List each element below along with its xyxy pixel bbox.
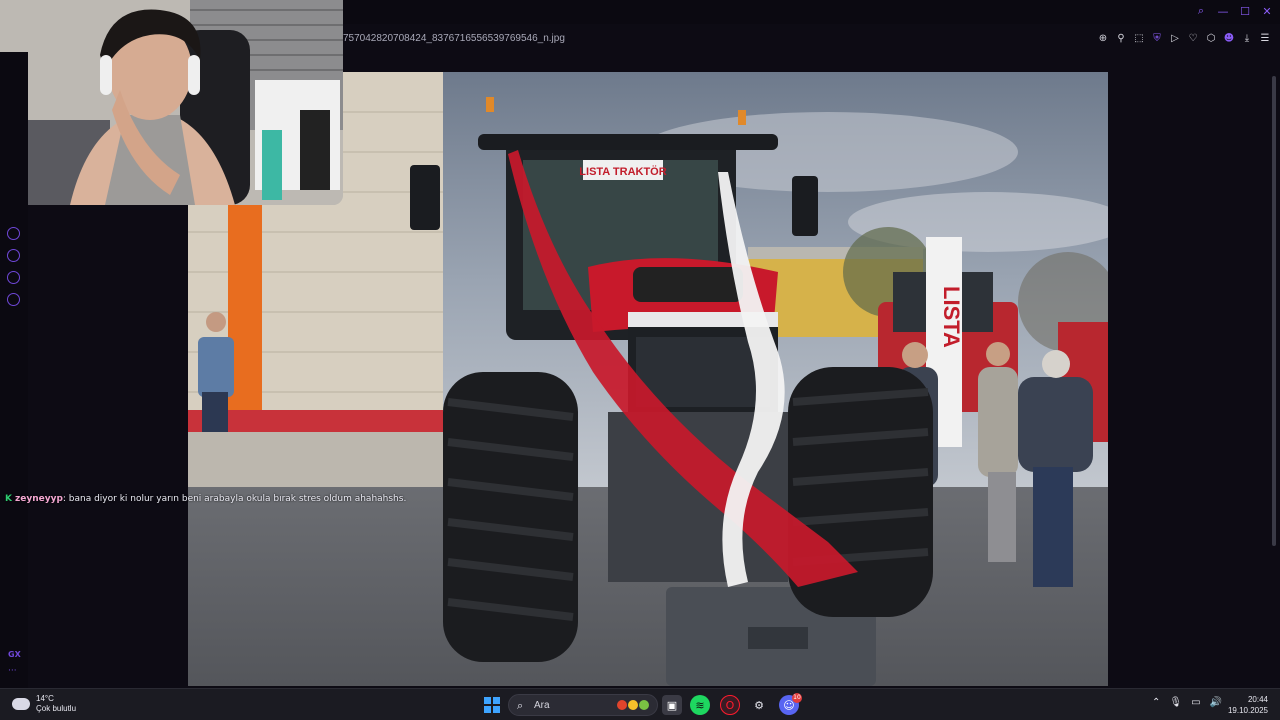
search-placeholder: Ara [534,700,550,711]
gx-label[interactable]: GX [8,650,21,659]
streamer-webcam [0,0,343,205]
search-highlight-icon [617,700,649,710]
pin-icon[interactable]: ⚲ [1114,31,1128,45]
crop-icon[interactable]: ⬚ [1132,31,1146,45]
toolbar-actions: ⊕ ⚲ ⬚ ⛨ ▷ ♡ ⬡ ☻ ⤓ ☰ [1096,31,1272,45]
extensions-icon[interactable] [7,271,20,284]
weather-cloud-icon [9,694,30,710]
webcam-overlay [0,0,343,205]
chat-text: : bana diyor ki nolur yarın beni arabayl… [62,494,407,504]
settings-icon[interactable] [7,293,20,306]
taskbar-search[interactable]: ⌕ Ara [508,694,658,716]
chevron-up-icon[interactable]: ⌃ [1152,697,1160,708]
windows-start-icon[interactable] [484,697,500,713]
weather-temp: 14°C [36,694,54,703]
weather-widget[interactable]: 14°C Çok bulutlu [9,694,77,714]
taskbar: 14°C Çok bulutlu ⌕ Ara ▣ ≋ O ⚙ ☺ 10 ⌃ 🎙 … [0,688,1280,720]
menu-icon[interactable]: ☰ [1258,31,1272,45]
browser-sidebar: GX ··· [0,52,28,688]
player-icon[interactable] [7,227,20,240]
maximize-icon[interactable]: ☐ [1238,4,1252,18]
discord-badge: 10 [792,693,802,703]
taskbar-clock[interactable]: 20:44 19.10.2025 [1228,694,1268,716]
system-tray: ⌃ 🎙 ▭ 🔊 [1152,697,1222,708]
profile-icon[interactable]: ☻ [1222,31,1236,45]
play-icon[interactable]: ▷ [1168,31,1182,45]
chat-message: Kzeyneyyp: bana diyor ki nolur yarın ben… [5,494,406,504]
chat-badge-icon: K [5,494,12,504]
clock-time: 20:44 [1247,695,1268,704]
task-view-icon[interactable]: ▣ [662,695,682,715]
extensions-icon[interactable]: ⬡ [1204,31,1218,45]
opera-gx-icon[interactable]: O [720,695,740,715]
heart-icon[interactable]: ♡ [1186,31,1200,45]
close-icon[interactable]: ✕ [1260,4,1274,18]
more-icon[interactable]: ··· [8,666,17,676]
steam-icon[interactable]: ⚙ [749,695,769,715]
chat-username: zeyneyyp [14,494,63,504]
shield-icon[interactable]: ⛨ [1150,31,1164,45]
search-icon[interactable]: ⌕ [1194,4,1208,18]
download-icon[interactable]: ⤓ [1240,31,1254,45]
window-controls: ⌕ — ☐ ✕ [1194,4,1274,18]
minimize-icon[interactable]: — [1216,4,1230,18]
banner-text: LISTA [939,286,964,348]
microphone-icon[interactable]: 🎙 [1169,697,1182,708]
display-icon[interactable]: ▭ [1191,697,1200,708]
spotify-icon[interactable]: ≋ [690,695,710,715]
scrollbar[interactable] [1272,76,1276,546]
zoom-in-icon[interactable]: ⊕ [1096,31,1110,45]
tractor-brand-text: LISTA TRAKTÖR [579,165,666,178]
file-name: 757042820708424_8376716556539769546_n.jp… [343,33,565,44]
history-icon[interactable] [7,249,20,262]
search-icon: ⌕ [517,699,524,712]
clock-date: 19.10.2025 [1227,706,1268,715]
weather-desc: Çok bulutlu [36,704,77,713]
volume-icon[interactable]: 🔊 [1210,697,1222,708]
